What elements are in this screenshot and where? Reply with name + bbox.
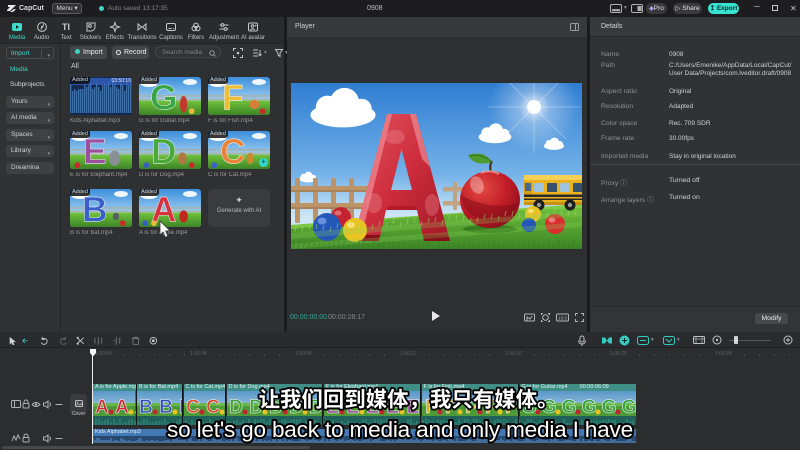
svg-text:so let's go back to media and: so let's go back to media and only media…	[167, 417, 633, 442]
